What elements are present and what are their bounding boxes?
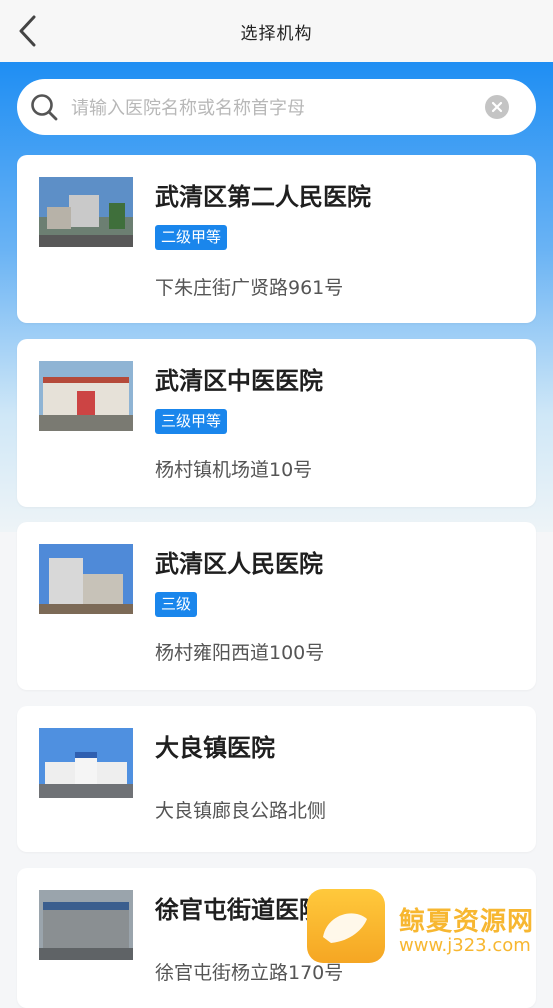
search-input[interactable] (69, 89, 493, 127)
back-button[interactable] (14, 14, 42, 48)
hospital-name: 大良镇医院 (155, 734, 275, 762)
hospital-card[interactable]: 武清区第二人民医院 二级甲等 下朱庄街广贤路961号 (17, 155, 536, 323)
hospital-card[interactable]: 大良镇医院 大良镇廊良公路北侧 (17, 706, 536, 852)
hospital-address: 大良镇廊良公路北侧 (155, 800, 327, 822)
hospital-name: 武清区中医医院 (155, 367, 323, 395)
hospital-photo (39, 361, 133, 431)
level-badge: 二级甲等 (155, 225, 228, 250)
hospital-name: 武清区人民医院 (155, 550, 323, 578)
hospital-address: 下朱庄街广贤路961号 (155, 277, 344, 299)
search-icon (31, 94, 58, 121)
hospital-address: 杨村镇机场道10号 (155, 459, 313, 481)
hospital-address: 徐官屯街杨立路170号 (155, 962, 344, 984)
top-bar: 选择机构 (0, 0, 553, 62)
hospital-photo (39, 728, 133, 798)
hospital-photo (39, 177, 133, 247)
chevron-left-icon (19, 15, 36, 47)
level-badge: 三级 (155, 592, 198, 617)
clear-icon (491, 101, 503, 113)
hospital-address: 杨村雍阳西道100号 (155, 642, 325, 664)
hospital-name: 徐官屯街道医院 (155, 896, 323, 924)
page-title: 选择机构 (240, 23, 313, 44)
level-badge: 三级甲等 (155, 409, 228, 434)
hospital-name: 武清区第二人民医院 (155, 183, 371, 211)
clear-button[interactable] (485, 95, 509, 119)
search-bar[interactable] (17, 79, 536, 135)
hospital-photo (39, 544, 133, 614)
hospital-card[interactable]: 徐官屯街道医院 徐官屯街杨立路170号 (17, 868, 536, 1008)
hospital-photo (39, 890, 133, 960)
hospital-card[interactable]: 武清区人民医院 三级 杨村雍阳西道100号 (17, 522, 536, 690)
hospital-card[interactable]: 武清区中医医院 三级甲等 杨村镇机场道10号 (17, 339, 536, 507)
